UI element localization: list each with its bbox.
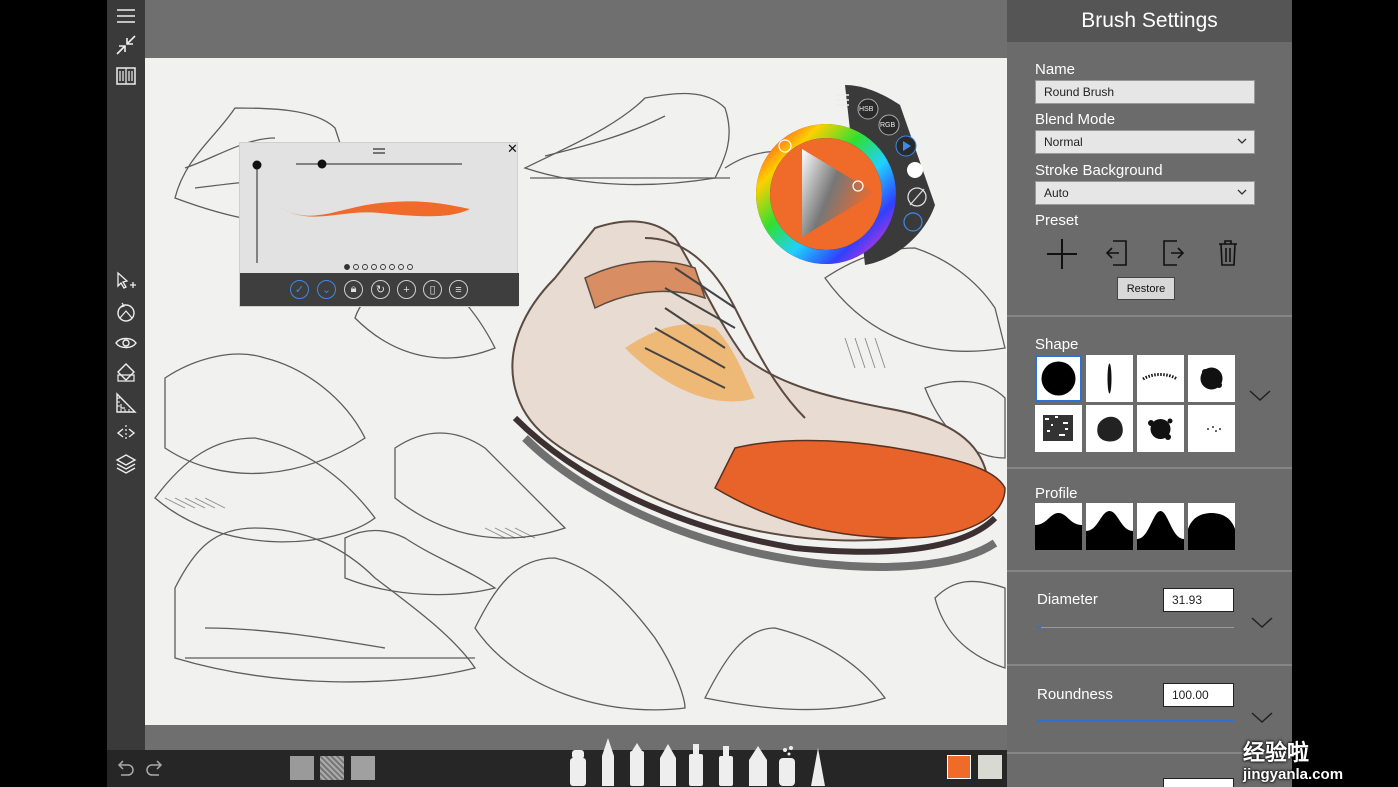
preset-label: Preset xyxy=(1035,212,1079,229)
left-margin xyxy=(0,0,107,787)
brush-settings-panel: Brush Settings Name Round Brush Blend Mo… xyxy=(1007,0,1292,787)
ruler-icon[interactable] xyxy=(114,391,138,415)
eye-icon[interactable] xyxy=(114,331,138,355)
undo-icon[interactable] xyxy=(115,758,135,778)
shape-wash[interactable] xyxy=(1086,405,1133,452)
name-field[interactable]: Round Brush xyxy=(1035,80,1255,104)
plus-icon[interactable]: + xyxy=(397,280,416,299)
restore-button[interactable]: Restore xyxy=(1117,277,1175,300)
add-preset-icon[interactable] xyxy=(1045,237,1079,271)
secondary-color-swatch[interactable] xyxy=(978,755,1002,779)
book-icon[interactable] xyxy=(114,64,138,88)
roundness-label: Roundness xyxy=(1037,686,1113,703)
chevron-down-icon xyxy=(1237,189,1247,195)
brush-library[interactable] xyxy=(567,736,829,787)
select-transform-icon[interactable] xyxy=(114,270,138,294)
brush-preview-popup: ✕ ✓ ⌄ 🔒︎ ↻ + ▯ ≡ xyxy=(239,142,519,307)
stroke-background-select[interactable]: Auto xyxy=(1035,181,1255,205)
shape-blot[interactable] xyxy=(1188,355,1235,402)
fill-icon[interactable] xyxy=(114,361,138,385)
profile-option-1[interactable] xyxy=(1035,503,1082,550)
delete-preset-icon[interactable] xyxy=(1217,239,1239,267)
shape-label: Shape xyxy=(1035,336,1079,353)
stroke-preview xyxy=(252,159,470,270)
close-icon[interactable]: ✕ xyxy=(507,142,519,155)
profile-option-4[interactable] xyxy=(1188,503,1235,550)
roundness-slider-fill xyxy=(1037,720,1234,722)
export-preset-icon[interactable] xyxy=(1161,238,1185,268)
divider xyxy=(1007,315,1292,317)
stroke-background-value: Auto xyxy=(1044,186,1069,200)
menu-icon[interactable] xyxy=(114,4,138,28)
lock-icon[interactable]: 🔒︎ xyxy=(344,280,363,299)
watermark-text: 经验啦 xyxy=(1243,741,1310,766)
profile-option-3[interactable] xyxy=(1137,503,1184,550)
blend-mode-value: Normal xyxy=(1044,135,1083,149)
roundness-expand-icon[interactable] xyxy=(1250,709,1274,725)
shape-noise[interactable] xyxy=(1035,405,1082,452)
redo-icon[interactable] xyxy=(145,758,165,778)
watermark: 经验啦 jingyanla.com xyxy=(1243,735,1393,783)
rgb-button[interactable]: RGB xyxy=(880,122,895,129)
stroke-background-label: Stroke Background xyxy=(1035,162,1163,179)
diameter-input[interactable]: 31.93 xyxy=(1163,588,1234,612)
popup-toolbar: ✓ ⌄ 🔒︎ ↻ + ▯ ≡ xyxy=(240,273,519,306)
import-preset-icon[interactable] xyxy=(1105,238,1129,268)
shape-bristle[interactable] xyxy=(1137,355,1184,402)
texture-swatch-2[interactable] xyxy=(320,756,344,780)
shape-sliver[interactable] xyxy=(1086,355,1133,402)
workspace-top xyxy=(145,0,1007,58)
profile-label: Profile xyxy=(1035,485,1078,502)
left-toolbar xyxy=(107,0,145,750)
next-setting-input[interactable] xyxy=(1163,778,1234,787)
shape-speckle[interactable] xyxy=(1188,405,1235,452)
refresh-icon[interactable]: ↻ xyxy=(371,280,390,299)
panel-title: Brush Settings xyxy=(1007,0,1292,42)
blend-mode-label: Blend Mode xyxy=(1035,111,1116,128)
diameter-slider[interactable] xyxy=(1037,627,1234,628)
diameter-expand-icon[interactable] xyxy=(1250,614,1274,630)
symmetry-icon[interactable] xyxy=(114,421,138,445)
collapse-icon[interactable] xyxy=(114,33,138,57)
bottom-toolbar xyxy=(107,738,1007,787)
sliders-icon[interactable]: ≡ xyxy=(449,280,468,299)
hsb-button[interactable]: HSB xyxy=(859,106,873,113)
diameter-label: Diameter xyxy=(1037,591,1098,608)
diameter-slider-fill xyxy=(1037,626,1041,628)
chevron-down-icon xyxy=(1237,138,1247,144)
primary-color-swatch[interactable] xyxy=(947,755,971,779)
shape-expand-icon[interactable] xyxy=(1248,387,1272,403)
shape-splat[interactable] xyxy=(1137,405,1184,452)
profile-option-2[interactable] xyxy=(1086,503,1133,550)
blend-mode-select[interactable]: Normal xyxy=(1035,130,1255,154)
divider xyxy=(1007,570,1292,572)
divider xyxy=(1007,467,1292,469)
drag-handle-icon[interactable] xyxy=(371,143,387,154)
watermark-url: jingyanla.com xyxy=(1243,766,1344,783)
hero-sneaker xyxy=(511,220,1006,571)
rotate-icon[interactable] xyxy=(114,300,138,324)
check-icon[interactable]: ✓ xyxy=(290,280,309,299)
texture-swatch-1[interactable] xyxy=(290,756,314,780)
right-margin xyxy=(1292,0,1398,787)
name-label: Name xyxy=(1035,61,1076,78)
layers-icon[interactable] xyxy=(114,451,138,475)
color-puck[interactable]: HSB RGB xyxy=(755,85,935,265)
chevron-down-icon[interactable]: ⌄ xyxy=(317,280,336,299)
divider xyxy=(1007,664,1292,666)
shape-round[interactable] xyxy=(1035,355,1082,402)
roundness-input[interactable]: 100.00 xyxy=(1163,683,1234,707)
texture-swatch-3[interactable] xyxy=(351,756,375,780)
name-value: Round Brush xyxy=(1044,85,1115,99)
trash-icon[interactable]: ▯ xyxy=(423,280,442,299)
